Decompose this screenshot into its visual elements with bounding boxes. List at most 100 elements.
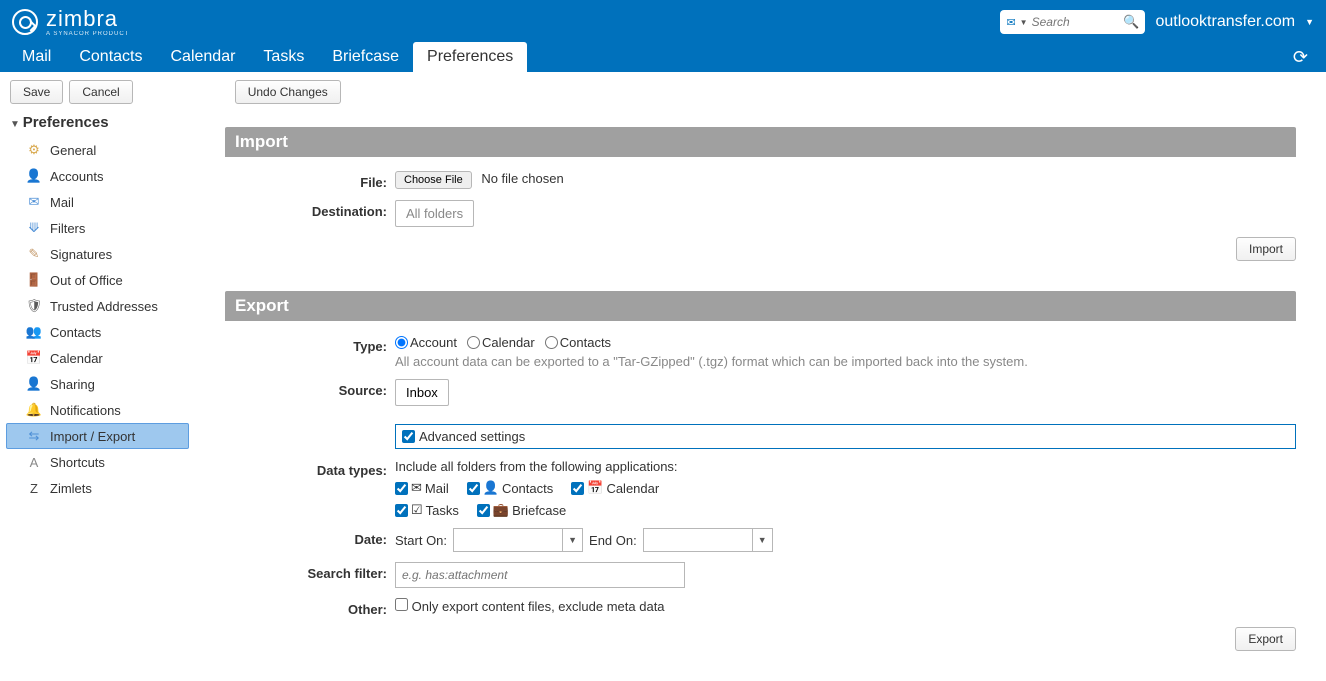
out-of-office-icon: 🚪: [26, 272, 42, 288]
choose-file-button[interactable]: Choose File: [395, 171, 472, 189]
tasks-icon: ☑: [411, 502, 423, 518]
signatures-icon: ✎: [26, 246, 42, 262]
sidebar-item-label: Out of Office: [50, 273, 123, 288]
site-link[interactable]: outlooktransfer.com: [1155, 13, 1295, 31]
type-contacts-label[interactable]: Contacts: [560, 335, 611, 350]
cancel-button[interactable]: Cancel: [69, 80, 132, 104]
export-heading: Export: [225, 291, 1296, 321]
sidebar-item-out-of-office[interactable]: 🚪 Out of Office: [6, 267, 189, 293]
sidebar: Preferences ⚙General👤Accounts ✉ Mail ⟱Filte…: [0, 112, 195, 681]
tab-contacts[interactable]: Contacts: [65, 42, 156, 72]
sidebar-item-zimlets[interactable]: Z Zimlets: [6, 475, 189, 501]
briefcase-icon: 💼: [493, 502, 509, 518]
advanced-settings-checkbox[interactable]: [402, 430, 415, 443]
sidebar-item-label: General: [50, 143, 96, 158]
trusted-addresses-icon: 🛡: [26, 298, 42, 314]
exclude-metadata-label[interactable]: Only export content files, exclude meta …: [412, 599, 665, 614]
import-heading: Import: [225, 127, 1296, 157]
sidebar-item-label: Notifications: [50, 403, 121, 418]
type-account-label[interactable]: Account: [410, 335, 457, 350]
datatype-briefcase-label[interactable]: Briefcase: [512, 503, 566, 518]
source-button[interactable]: Inbox: [395, 379, 449, 406]
datatype-tasks-checkbox[interactable]: [395, 504, 408, 517]
type-label: Type:: [225, 335, 395, 354]
datatype-tasks-label[interactable]: Tasks: [426, 503, 459, 518]
sidebar-item-label: Mail: [50, 195, 74, 210]
sidebar-item-general[interactable]: ⚙General: [6, 137, 189, 163]
tab-calendar[interactable]: Calendar: [156, 42, 249, 72]
type-calendar-label[interactable]: Calendar: [482, 335, 535, 350]
datatype-contacts-label[interactable]: Contacts: [502, 481, 553, 496]
tab-tasks[interactable]: Tasks: [249, 42, 318, 72]
import-button[interactable]: Import: [1236, 237, 1296, 261]
advanced-settings-box: Advanced settings: [395, 424, 1296, 449]
undo-changes-button[interactable]: Undo Changes: [235, 80, 341, 104]
destination-button[interactable]: All folders: [395, 200, 474, 227]
save-button[interactable]: Save: [10, 80, 63, 104]
search-filter-label: Search filter:: [225, 562, 395, 581]
sidebar-item-calendar[interactable]: 📅 Calendar: [6, 345, 189, 371]
datatype-calendar-label[interactable]: Calendar: [606, 481, 659, 496]
type-contacts-radio[interactable]: [545, 336, 558, 349]
sidebar-item-accounts[interactable]: 👤Accounts: [6, 163, 189, 189]
other-label: Other:: [225, 598, 395, 617]
no-file-text: No file chosen: [481, 171, 563, 186]
sidebar-item-import-export[interactable]: ⇆Import / Export: [6, 423, 189, 449]
datatype-calendar: 📅Calendar: [571, 480, 659, 496]
topbar: zimbra A SYNACOR PRODUCT ✉ ▼ 🔍 outlooktr…: [0, 0, 1326, 44]
datatype-briefcase: 💼Briefcase: [477, 502, 566, 518]
export-button[interactable]: Export: [1235, 627, 1296, 651]
datatype-contacts-checkbox[interactable]: [467, 482, 480, 495]
logo-icon: [12, 9, 38, 35]
datatype-calendar-checkbox[interactable]: [571, 482, 584, 495]
search-input[interactable]: [1032, 15, 1120, 29]
type-calendar-radio[interactable]: [467, 336, 480, 349]
toolbar: Save Cancel Undo Changes: [0, 72, 1326, 112]
sidebar-item-label: Trusted Addresses: [50, 299, 158, 314]
calendar-icon: 📅: [26, 350, 42, 366]
accounts-icon: 👤: [26, 168, 42, 184]
site-menu-arrow-icon[interactable]: ▼: [1305, 17, 1314, 27]
sidebar-item-sharing[interactable]: 👤Sharing: [6, 371, 189, 397]
sidebar-item-label: Contacts: [50, 325, 101, 340]
sidebar-item-filters[interactable]: ⟱Filters: [6, 215, 189, 241]
search-filter-input[interactable]: [395, 562, 685, 588]
calendar-icon: 📅: [587, 480, 603, 496]
reload-icon[interactable]: ⟳: [1283, 43, 1318, 72]
type-account-radio[interactable]: [395, 336, 408, 349]
main-tabs: MailContactsCalendarTasksBriefcasePrefer…: [0, 44, 1326, 72]
sidebar-item-label: Filters: [50, 221, 85, 236]
sidebar-item-trusted-addresses[interactable]: 🛡 Trusted Addresses: [6, 293, 189, 319]
sidebar-item-label: Sharing: [50, 377, 95, 392]
search-icon[interactable]: 🔍: [1123, 14, 1139, 30]
sidebar-item-contacts[interactable]: 👥Contacts: [6, 319, 189, 345]
chevron-down-icon[interactable]: ▼: [1020, 18, 1028, 27]
file-label: File:: [225, 171, 395, 190]
zimlets-icon: Z: [26, 480, 42, 496]
tab-mail[interactable]: Mail: [8, 42, 65, 72]
start-on-label: Start On:: [395, 533, 447, 548]
start-date-dropdown-icon[interactable]: ▼: [563, 528, 583, 552]
sidebar-item-shortcuts[interactable]: AShortcuts: [6, 449, 189, 475]
datatype-briefcase-checkbox[interactable]: [477, 504, 490, 517]
start-date-input[interactable]: [453, 528, 563, 552]
datatype-mail: ✉Mail: [395, 480, 449, 496]
end-date-input[interactable]: [643, 528, 753, 552]
sidebar-item-label: Calendar: [50, 351, 103, 366]
sidebar-item-notifications[interactable]: 🔔Notifications: [6, 397, 189, 423]
mail-icon: ✉: [26, 194, 42, 210]
sidebar-heading[interactable]: Preferences: [6, 112, 189, 137]
tab-preferences[interactable]: Preferences: [413, 42, 527, 72]
sidebar-item-label: Import / Export: [50, 429, 135, 444]
tab-briefcase[interactable]: Briefcase: [318, 42, 413, 72]
sidebar-item-signatures[interactable]: ✎Signatures: [6, 241, 189, 267]
type-note: All account data can be exported to a "T…: [395, 354, 1296, 369]
exclude-metadata-checkbox[interactable]: [395, 598, 408, 611]
sidebar-item-mail[interactable]: ✉ Mail: [6, 189, 189, 215]
advanced-settings-label[interactable]: Advanced settings: [419, 429, 525, 444]
end-date-dropdown-icon[interactable]: ▼: [753, 528, 773, 552]
sidebar-item-label: Zimlets: [50, 481, 92, 496]
datatype-mail-label[interactable]: Mail: [425, 481, 449, 496]
search-box[interactable]: ✉ ▼ 🔍: [1000, 10, 1145, 34]
datatype-mail-checkbox[interactable]: [395, 482, 408, 495]
